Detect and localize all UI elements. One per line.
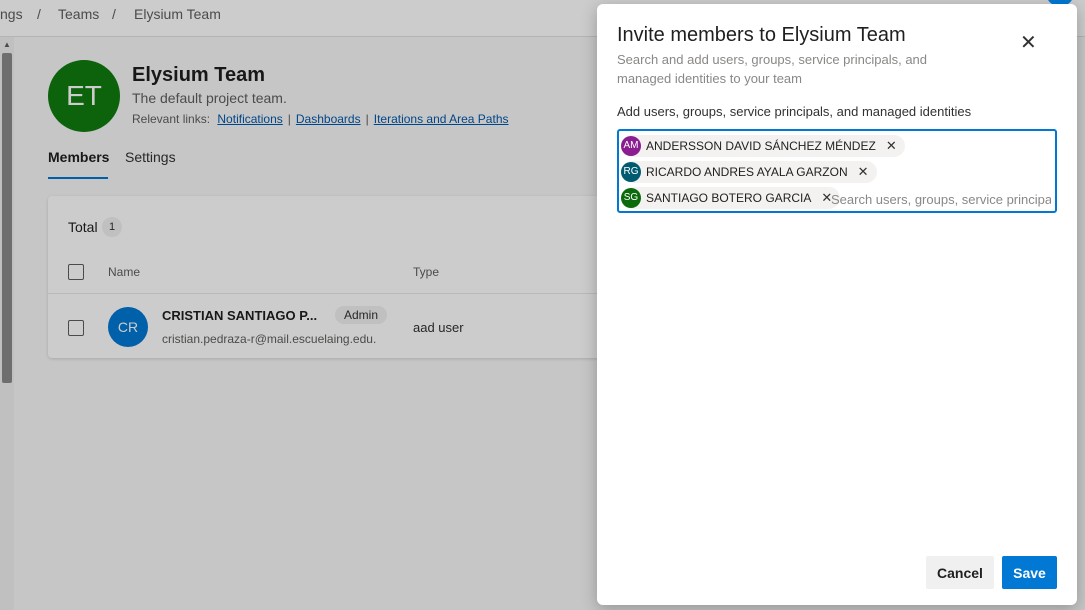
field-label: Add users, groups, service principals, a… (617, 104, 972, 119)
selected-identity-chip: AM ANDERSSON DAVID SÁNCHEZ MÉNDEZ ✕ (621, 135, 905, 157)
remove-chip-icon[interactable]: ✕ (886, 138, 897, 154)
avatar: SG (621, 188, 641, 208)
cancel-button[interactable]: Cancel (926, 556, 994, 589)
chip-label: ANDERSSON DAVID SÁNCHEZ MÉNDEZ (646, 139, 876, 153)
dialog-subtitle: Search and add users, groups, service pr… (617, 52, 928, 86)
avatar: RG (621, 162, 641, 182)
save-button[interactable]: Save (1002, 556, 1057, 589)
dialog-title: Invite members to Elysium Team (617, 24, 906, 46)
selected-identity-chip: RG RICARDO ANDRES AYALA GARZON ✕ (621, 161, 877, 183)
selected-identity-chip: SG SANTIAGO BOTERO GARCIA ✕ (621, 187, 841, 209)
close-icon[interactable]: ✕ (1020, 30, 1037, 55)
chip-label: SANTIAGO BOTERO GARCIA (646, 191, 812, 205)
identity-picker[interactable]: AM ANDERSSON DAVID SÁNCHEZ MÉNDEZ ✕ RG R… (617, 129, 1057, 213)
chip-label: RICARDO ANDRES AYALA GARZON (646, 165, 848, 179)
invite-members-dialog: Invite members to Elysium Team Search an… (597, 4, 1077, 605)
search-input[interactable] (829, 189, 1053, 209)
remove-chip-icon[interactable]: ✕ (858, 164, 869, 180)
avatar: AM (621, 136, 641, 156)
